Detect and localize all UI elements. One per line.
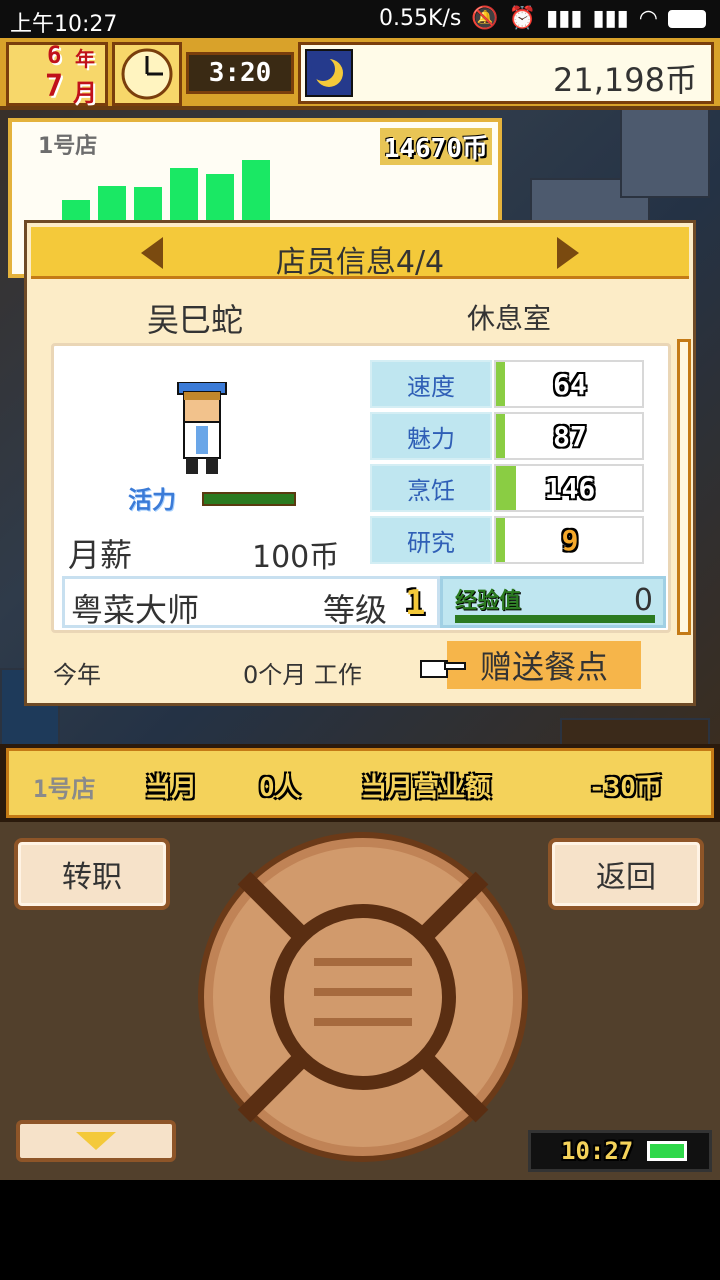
stat-name: 魅力 <box>370 412 492 460</box>
date-month-top: 6 <box>47 41 62 69</box>
stat-speed: 速度 64 <box>370 360 644 408</box>
stat-value: 146 <box>544 471 596 505</box>
stat-value: 87 <box>553 419 587 453</box>
staff-location: 休息室 <box>467 302 552 335</box>
info-bar-inner: 1号店 当月 0人 当月营业额 -30币 <box>6 748 714 818</box>
sales-bar <box>242 160 270 224</box>
mute-icon: 🔕 <box>471 6 499 31</box>
info-revenue: -30币 <box>589 773 662 803</box>
signal-2-icon: ▮▮▮ <box>592 6 629 31</box>
dialog-header: 店员信息4/4 <box>31 227 689 280</box>
stat-name: 速度 <box>370 360 492 408</box>
vitality-label: 活力 <box>128 486 176 514</box>
money-display: 21,198币 <box>298 42 714 104</box>
sales-bar <box>134 187 162 224</box>
dialog-title: 店员信息4/4 <box>275 245 445 280</box>
sales-bar <box>206 174 234 224</box>
wifi-icon: ◠ <box>638 6 658 31</box>
year-char: 年 <box>75 47 95 71</box>
game-screen: 上午10:27 0.55K/s 🔕 ⏰ ▮▮▮ ▮▮▮ ◠ 6 年 7 月 3:… <box>0 0 720 1280</box>
stat-cooking: 烹饪 146 <box>370 464 644 512</box>
store-name: 1号店 <box>38 134 98 159</box>
back-button[interactable]: 返回 <box>548 838 704 910</box>
chevron-down-icon <box>76 1132 116 1150</box>
experience-value: 0 <box>633 583 653 618</box>
info-this-month: 当月 <box>145 773 198 803</box>
date-display: 6 年 7 月 <box>6 41 108 107</box>
salary-value: 100币 <box>252 540 340 575</box>
alarm-icon: ⏰ <box>508 6 537 31</box>
battery-icon <box>647 1141 688 1161</box>
info-customers: 0人 <box>259 773 301 803</box>
experience-box: 经验值 0 <box>440 576 666 628</box>
status-time: 上午10:27 <box>10 12 118 37</box>
stat-value: 9 <box>561 523 579 557</box>
status-icons: 0.55K/s 🔕 ⏰ ▮▮▮ ▮▮▮ ◠ <box>379 6 706 31</box>
bottom-clock-time: 10:27 <box>561 1137 634 1165</box>
gift-meal-button[interactable]: 赠送餐点 <box>447 641 641 689</box>
level-label: 等级 <box>323 591 388 629</box>
job-title: 粤菜大师 <box>71 591 200 629</box>
staff-detail-panel: 活力 月薪 100币 速度 64 魅力 87 烹饪 146 研究 9 粤菜大师 … <box>51 343 671 633</box>
info-revenue-label: 当月营业额 <box>361 773 492 803</box>
pointing-hand-icon <box>419 655 467 681</box>
expand-down-button[interactable] <box>16 1120 176 1162</box>
scrollbar[interactable] <box>677 339 691 635</box>
status-bar: 上午10:27 0.55K/s 🔕 ⏰ ▮▮▮ ▮▮▮ ◠ <box>0 0 720 38</box>
level-value: 1 <box>405 583 426 623</box>
stat-name: 烹饪 <box>370 464 492 512</box>
clock-icon <box>112 42 182 106</box>
store-sales: 14670币 <box>379 128 492 165</box>
money-value: 21,198币 <box>553 61 697 99</box>
stat-research: 研究 9 <box>370 516 644 564</box>
month-char: 月 <box>73 79 97 107</box>
sales-bar <box>98 186 126 224</box>
battery-icon <box>668 9 706 28</box>
experience-label: 经验值 <box>455 589 522 614</box>
info-store: 1号店 <box>33 775 96 803</box>
experience-bar <box>455 615 655 623</box>
moon-icon <box>305 49 353 97</box>
work-duration: 0个月 工作 <box>243 661 362 689</box>
stat-value: 64 <box>553 367 587 401</box>
vitality-bar <box>202 492 296 506</box>
staff-name: 吴巳蛇 <box>147 301 244 339</box>
sales-bar <box>170 168 198 224</box>
stat-name: 研究 <box>370 516 492 564</box>
year-label: 今年 <box>53 661 101 689</box>
stat-charm: 魅力 87 <box>370 412 644 460</box>
date-month: 7 <box>45 69 64 104</box>
net-speed: 0.55K/s <box>379 6 462 31</box>
map-tile <box>620 108 710 198</box>
directional-pad[interactable] <box>198 832 528 1162</box>
bottom-clock: 10:27 <box>528 1130 712 1172</box>
signal-icon: ▮▮▮ <box>546 6 583 31</box>
monthly-info-bar: 1号店 当月 0人 当月营业额 -30币 <box>0 744 720 822</box>
chef-character-icon <box>174 381 230 476</box>
salary-label: 月薪 <box>68 536 133 574</box>
next-staff-button[interactable] <box>557 237 579 269</box>
change-job-button[interactable]: 转职 <box>14 838 170 910</box>
staff-info-dialog: 店员信息4/4 吴巳蛇 休息室 活力 月薪 100币 速度 64 魅力 87 烹… <box>24 220 696 706</box>
navigation-area <box>0 1180 720 1280</box>
job-row: 粤菜大师 等级 1 <box>62 576 440 629</box>
game-time: 3:20 <box>186 52 294 94</box>
